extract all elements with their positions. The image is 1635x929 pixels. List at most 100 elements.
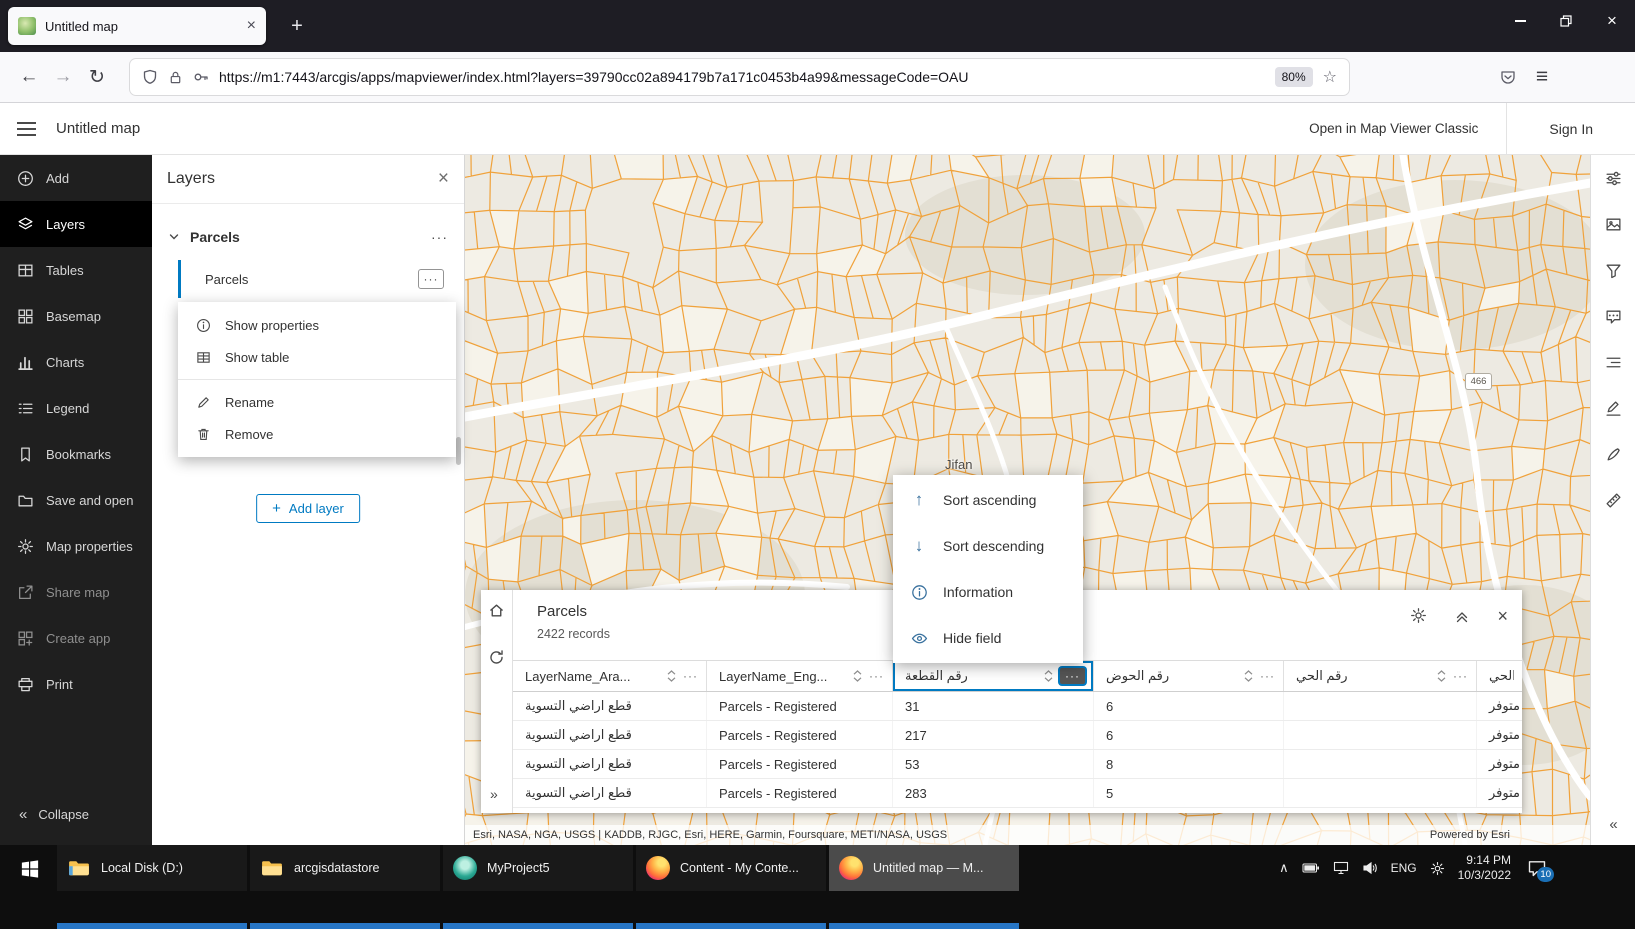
open-classic-link[interactable]: Open in Map Viewer Classic xyxy=(1309,121,1506,136)
table-row[interactable]: قطع اراضي التسوية Parcels - Registered 3… xyxy=(513,692,1522,721)
column-header-layername-eng[interactable]: LayerName_Eng... ··· xyxy=(707,661,893,691)
language-indicator[interactable]: ENG xyxy=(1391,861,1417,875)
labels-button[interactable] xyxy=(1591,339,1635,385)
column-menu-icon[interactable]: ··· xyxy=(1453,669,1468,683)
layers-panel-close-icon[interactable]: × xyxy=(438,168,449,190)
edit-button[interactable] xyxy=(1591,431,1635,477)
tray-chevron-up-icon[interactable]: ∧ xyxy=(1279,860,1289,876)
taskbar-app-arcgis-pro[interactable]: MyProject5 xyxy=(443,845,633,891)
sketch-button[interactable] xyxy=(1591,385,1635,431)
filter-button[interactable] xyxy=(1591,247,1635,293)
menu-item-sort-ascending[interactable]: ↑ Sort ascending xyxy=(893,477,1083,523)
sidebar-item-map-properties[interactable]: Map properties xyxy=(0,523,152,569)
sidebar-item-tables[interactable]: Tables xyxy=(0,247,152,293)
expand-strip-icon[interactable]: » xyxy=(490,786,498,802)
lock-icon[interactable] xyxy=(168,70,183,85)
sort-icon[interactable] xyxy=(1043,669,1054,683)
measure-button[interactable] xyxy=(1591,477,1635,523)
sort-icon[interactable] xyxy=(852,669,863,683)
panel-scrollbar[interactable] xyxy=(456,437,461,465)
menu-item-show-table[interactable]: Show table xyxy=(178,341,456,373)
sidebar-item-charts[interactable]: Charts xyxy=(0,339,152,385)
forward-button[interactable]: → xyxy=(46,61,80,93)
sidebar-item-share-map[interactable]: Share map xyxy=(0,569,152,615)
network-icon[interactable] xyxy=(1333,861,1349,875)
url-bar[interactable]: https://m1:7443/arcgis/apps/mapviewer/in… xyxy=(130,59,1349,95)
menu-item-show-properties[interactable]: Show properties xyxy=(178,309,456,341)
tab-close-icon[interactable]: × xyxy=(247,17,256,35)
column-header-layername-ara[interactable]: LayerName_Ara... ··· xyxy=(513,661,707,691)
menu-item-information[interactable]: Information xyxy=(893,569,1083,615)
sidebar-item-bookmarks[interactable]: Bookmarks xyxy=(0,431,152,477)
menu-item-remove[interactable]: Remove xyxy=(178,418,456,450)
browser-tab[interactable]: Untitled map × xyxy=(8,7,266,45)
browser-menu-button[interactable]: ≡ xyxy=(1525,61,1559,93)
sidebar-item-basemap[interactable]: Basemap xyxy=(0,293,152,339)
speaker-icon[interactable] xyxy=(1362,861,1378,875)
column-menu-icon[interactable]: ··· xyxy=(869,669,884,683)
table-close-icon[interactable]: × xyxy=(1497,607,1508,625)
column-header-district-number[interactable]: رقم الحي ··· xyxy=(1284,661,1477,691)
sidebar-item-layers[interactable]: Layers xyxy=(0,201,152,247)
column-menu-icon[interactable]: ··· xyxy=(1260,669,1275,683)
column-menu-icon-active[interactable]: ··· xyxy=(1060,668,1085,684)
window-close-button[interactable]: × xyxy=(1589,0,1635,42)
popups-button[interactable] xyxy=(1591,293,1635,339)
window-minimize-button[interactable] xyxy=(1497,0,1543,42)
column-menu-icon[interactable]: ··· xyxy=(683,669,698,683)
sidebar-item-add[interactable]: Add xyxy=(0,155,152,201)
table-row[interactable]: قطع اراضي التسوية Parcels - Registered 5… xyxy=(513,750,1522,779)
taskbar-app-firefox-untitled-map[interactable]: Untitled map — M... xyxy=(829,845,1019,891)
key-icon[interactable] xyxy=(193,69,209,85)
column-header-parcel-number[interactable]: رقم القطعة ··· xyxy=(893,661,1094,691)
layer-row-parcels[interactable]: Parcels ··· xyxy=(178,260,450,298)
table-settings-gear-icon[interactable] xyxy=(1410,607,1427,624)
group-options-icon[interactable]: ··· xyxy=(431,229,448,245)
add-layer-button[interactable]: + Add layer xyxy=(256,494,360,523)
reload-button[interactable]: ↻ xyxy=(80,61,114,93)
layer-options-button[interactable]: ··· xyxy=(418,269,444,289)
sort-icon[interactable] xyxy=(1436,669,1447,683)
sort-icon[interactable] xyxy=(1243,669,1254,683)
bookmark-star-icon[interactable]: ☆ xyxy=(1323,67,1337,87)
column-header-district[interactable]: الحي xyxy=(1477,661,1522,691)
action-center-button[interactable]: 10 xyxy=(1524,856,1554,882)
sort-icon[interactable] xyxy=(666,669,677,683)
url-text[interactable]: https://m1:7443/arcgis/apps/mapviewer/in… xyxy=(219,69,1265,85)
table-row[interactable]: قطع اراضي التسوية Parcels - Registered 2… xyxy=(513,721,1522,750)
right-toolbar-collapse-button[interactable]: « xyxy=(1591,809,1635,839)
taskbar-app-file-explorer[interactable]: Local Disk (D:) xyxy=(57,845,247,891)
refresh-icon[interactable] xyxy=(488,649,505,666)
home-icon[interactable] xyxy=(488,602,505,619)
menu-item-hide-field[interactable]: Hide field xyxy=(893,615,1083,661)
sidebar-item-create-app[interactable]: Create app xyxy=(0,615,152,661)
pocket-icon[interactable] xyxy=(1491,61,1525,93)
tray-gear-icon[interactable] xyxy=(1430,861,1445,876)
clock[interactable]: 9:14 PM 10/3/2022 xyxy=(1458,853,1511,883)
menu-item-sort-descending[interactable]: ↓ Sort descending xyxy=(893,523,1083,569)
taskbar-app-firefox-content[interactable]: Content - My Conte... xyxy=(636,845,826,891)
map-properties-button[interactable] xyxy=(1591,155,1635,201)
menu-item-rename[interactable]: Rename xyxy=(178,386,456,418)
sidebar-item-save-and-open[interactable]: Save and open xyxy=(0,477,152,523)
taskbar-app-folder[interactable]: arcgisdatastore xyxy=(250,845,440,891)
zoom-indicator[interactable]: 80% xyxy=(1274,67,1313,87)
basemap-style-button[interactable] xyxy=(1591,201,1635,247)
chevron-down-icon[interactable] xyxy=(168,231,180,243)
expand-panel-icon[interactable] xyxy=(1454,608,1470,624)
app-menu-button[interactable] xyxy=(0,103,56,154)
sidebar-collapse-button[interactable]: « Collapse xyxy=(0,795,152,833)
table-row[interactable]: قطع اراضي التسوية Parcels - Registered 2… xyxy=(513,779,1522,808)
new-tab-button[interactable]: + xyxy=(282,12,312,40)
battery-icon[interactable] xyxy=(1302,862,1320,874)
sign-in-button[interactable]: Sign In xyxy=(1506,103,1635,154)
sidebar-item-legend[interactable]: Legend xyxy=(0,385,152,431)
shield-icon[interactable] xyxy=(142,69,158,85)
back-button[interactable]: ← xyxy=(12,61,46,93)
column-header-block-number[interactable]: رقم الحوض ··· xyxy=(1094,661,1284,691)
window-restore-button[interactable] xyxy=(1543,0,1589,42)
layer-group-row[interactable]: Parcels ··· xyxy=(152,218,464,256)
sidebar-item-print[interactable]: Print xyxy=(0,661,152,707)
start-button[interactable] xyxy=(12,857,48,881)
map-canvas[interactable]: Jifan 466 » Parcels 2422 records × Layer… xyxy=(465,155,1590,845)
